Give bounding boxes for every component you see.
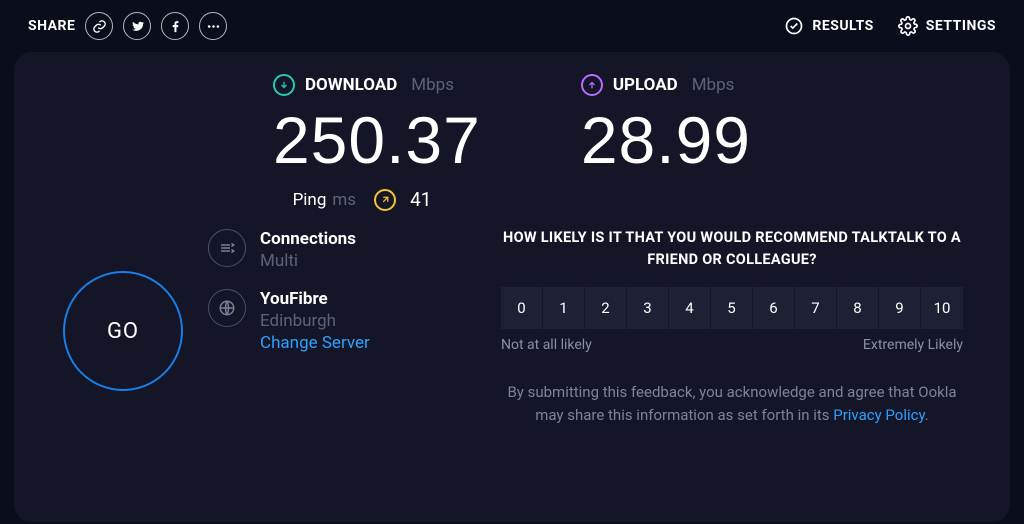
scale-1[interactable]: 1 [543,287,585,329]
settings-label: SETTINGS [926,18,996,34]
survey-question: HOW LIKELY IS IT THAT YOU WOULD RECOMMEN… [488,227,976,271]
scale-9[interactable]: 9 [879,287,921,329]
ping-value: 41 [410,188,431,211]
lower-section: GO Connections Multi YouFibre Edinbu [48,225,976,427]
survey: HOW LIKELY IS IT THAT YOU WOULD RECOMMEN… [488,225,976,427]
go-button[interactable]: GO [63,271,183,391]
server-item: YouFibre Edinburgh Change Server [208,289,488,353]
ping-label: Ping [293,190,327,210]
upload-icon [581,74,603,96]
upload-value: 28.99 [581,102,751,178]
metrics-row: DOWNLOAD Mbps 250.37 UPLOAD Mbps 28.99 [48,74,976,178]
share-more-icon[interactable] [199,12,227,40]
ping-unit: ms [332,190,356,210]
ping-icon [374,189,396,211]
connections-value: Multi [260,251,356,271]
download-unit: Mbps [411,75,454,95]
connections-item: Connections Multi [208,229,488,271]
server-location: Edinburgh [260,311,370,331]
scale-low-label: Not at all likely [501,337,592,353]
download-icon [273,74,295,96]
scale-2[interactable]: 2 [585,287,627,329]
share-twitter-icon[interactable] [123,12,151,40]
scale-6[interactable]: 6 [753,287,795,329]
connections-icon [208,229,246,267]
privacy-link[interactable]: Privacy Policy [833,406,925,424]
survey-scale: 0 1 2 3 4 5 6 7 8 9 10 [501,287,963,329]
upload-label: UPLOAD [613,75,678,95]
isp-name: YouFibre [260,289,370,309]
settings-button[interactable]: SETTINGS [898,16,996,36]
server-info: Connections Multi YouFibre Edinburgh Cha… [198,225,488,427]
right-actions: RESULTS SETTINGS [784,16,996,36]
upload-unit: Mbps [692,75,735,95]
main-card: DOWNLOAD Mbps 250.37 UPLOAD Mbps 28.99 P… [14,52,1010,522]
download-metric: DOWNLOAD Mbps 250.37 [273,74,481,178]
share-group: SHARE [28,12,227,40]
scale-labels: Not at all likely Extremely Likely [501,337,963,353]
connections-title: Connections [260,229,356,249]
results-button[interactable]: RESULTS [784,16,873,36]
scale-7[interactable]: 7 [795,287,837,329]
share-link-icon[interactable] [85,12,113,40]
scale-high-label: Extremely Likely [863,337,963,353]
survey-disclaimer: By submitting this feedback, you acknowl… [492,381,972,428]
scale-4[interactable]: 4 [669,287,711,329]
download-value: 250.37 [273,102,481,178]
disclaimer-suffix: . [925,406,929,424]
change-server-link[interactable]: Change Server [260,333,370,353]
scale-3[interactable]: 3 [627,287,669,329]
upload-metric: UPLOAD Mbps 28.99 [581,74,751,178]
go-text: GO [107,319,139,344]
share-label: SHARE [28,18,75,34]
globe-icon [208,289,246,327]
scale-5[interactable]: 5 [711,287,753,329]
scale-10[interactable]: 10 [921,287,963,329]
ping-row: Ping ms 41 [0,188,976,211]
download-label: DOWNLOAD [305,75,397,95]
scale-0[interactable]: 0 [501,287,543,329]
share-facebook-icon[interactable] [161,12,189,40]
results-label: RESULTS [812,18,873,34]
topbar: SHARE RESULTS SETTINGS [0,0,1024,44]
scale-8[interactable]: 8 [837,287,879,329]
